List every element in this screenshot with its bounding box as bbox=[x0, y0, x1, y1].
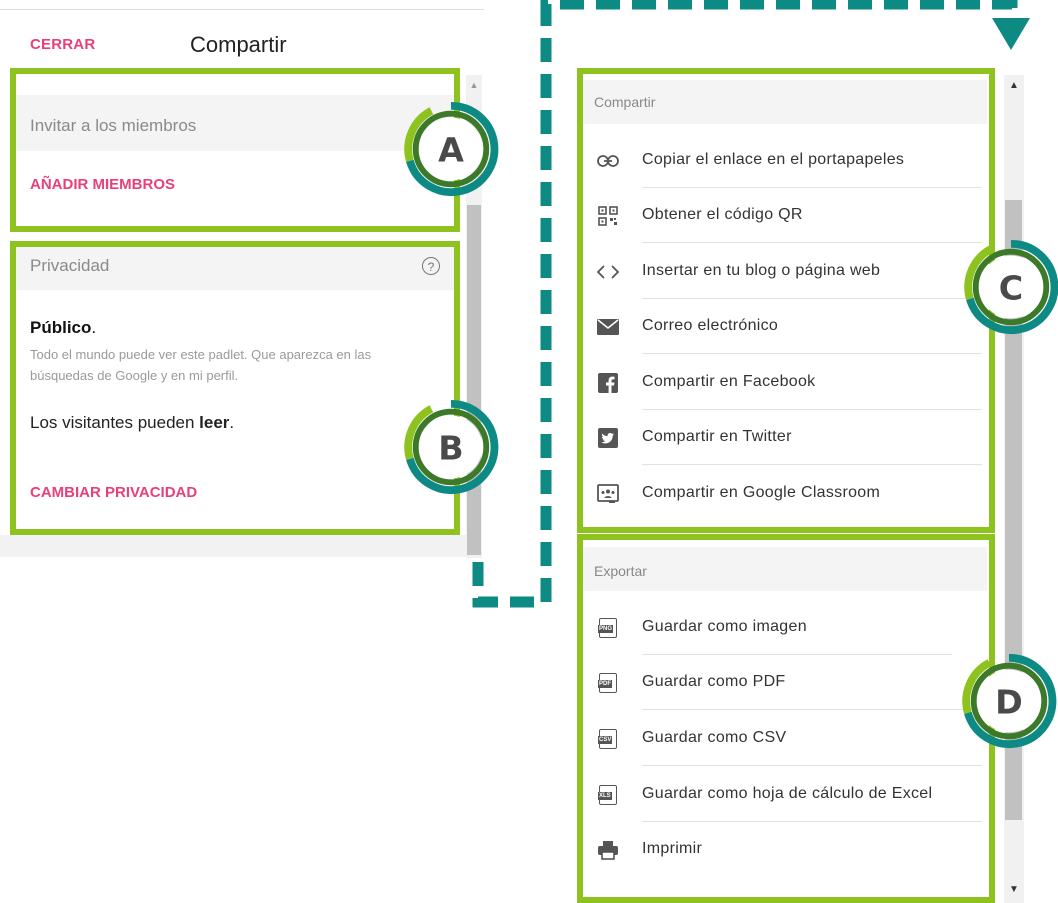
callout-badge-b: B bbox=[404, 399, 499, 494]
callout-letter-a: A bbox=[438, 131, 464, 170]
callout-letter-c: C bbox=[999, 269, 1023, 308]
callout-letter-b: B bbox=[438, 429, 463, 468]
callout-badge-c: C bbox=[964, 239, 1058, 334]
highlight-box-d bbox=[577, 534, 995, 903]
highlight-box-c bbox=[577, 68, 995, 533]
callout-letter-d: D bbox=[995, 683, 1023, 722]
scroll-up-icon[interactable]: ▲ bbox=[1004, 80, 1024, 91]
scroll-down-icon[interactable]: ▼ bbox=[1004, 884, 1024, 895]
callout-badge-d: D bbox=[962, 653, 1057, 748]
callout-badge-a: A bbox=[404, 101, 499, 196]
